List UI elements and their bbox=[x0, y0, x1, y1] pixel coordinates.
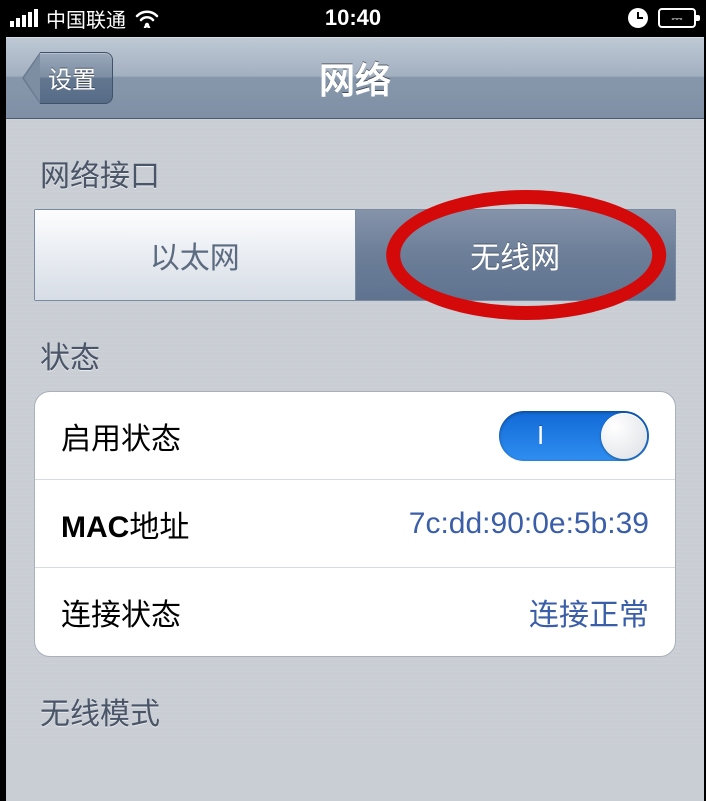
row-mac: MAC地址 7c:dd:90:0e:5b:39 bbox=[35, 480, 675, 568]
row-enable-label: 启用状态 bbox=[61, 414, 181, 458]
section-header-interface: 网络接口 bbox=[34, 119, 676, 209]
segment-ethernet[interactable]: 以太网 bbox=[35, 210, 356, 300]
clock-label: 10:40 bbox=[325, 5, 381, 31]
segment-ethernet-label: 以太网 bbox=[150, 233, 240, 277]
toggle-on-indicator: I bbox=[537, 420, 544, 451]
enable-toggle[interactable]: I bbox=[499, 411, 649, 461]
nav-bar: 设置 网络 bbox=[6, 37, 704, 119]
status-bar: 中国联通 10:40 ⎓ bbox=[0, 0, 706, 36]
row-mac-value: 7c:dd:90:0e:5b:39 bbox=[409, 507, 649, 541]
segment-wireless-label: 无线网 bbox=[470, 233, 560, 277]
page-title: 网络 bbox=[319, 52, 391, 104]
row-mac-label: MAC地址 bbox=[61, 502, 189, 546]
alarm-icon bbox=[628, 8, 648, 28]
row-enable: 启用状态 I bbox=[35, 392, 675, 480]
segment-wireless[interactable]: 无线网 bbox=[356, 210, 676, 300]
section-header-status: 状态 bbox=[34, 301, 676, 391]
segmented-control: 以太网 无线网 bbox=[34, 209, 676, 301]
back-button[interactable]: 设置 bbox=[22, 52, 113, 104]
row-connection: 连接状态 连接正常 bbox=[35, 568, 675, 656]
battery-icon: ⎓ bbox=[658, 8, 696, 28]
row-connection-label: 连接状态 bbox=[61, 590, 181, 634]
toggle-knob bbox=[601, 413, 647, 459]
row-connection-value: 连接正常 bbox=[529, 590, 649, 634]
signal-icon bbox=[10, 9, 38, 27]
back-button-label: 设置 bbox=[40, 52, 113, 104]
carrier-label: 中国联通 bbox=[46, 4, 126, 33]
status-list: 启用状态 I MAC地址 7c:dd:90:0e:5b:39 连接状态 连接正常 bbox=[34, 391, 676, 657]
wifi-icon bbox=[134, 8, 160, 28]
section-header-wireless-mode: 无线模式 bbox=[34, 657, 676, 747]
